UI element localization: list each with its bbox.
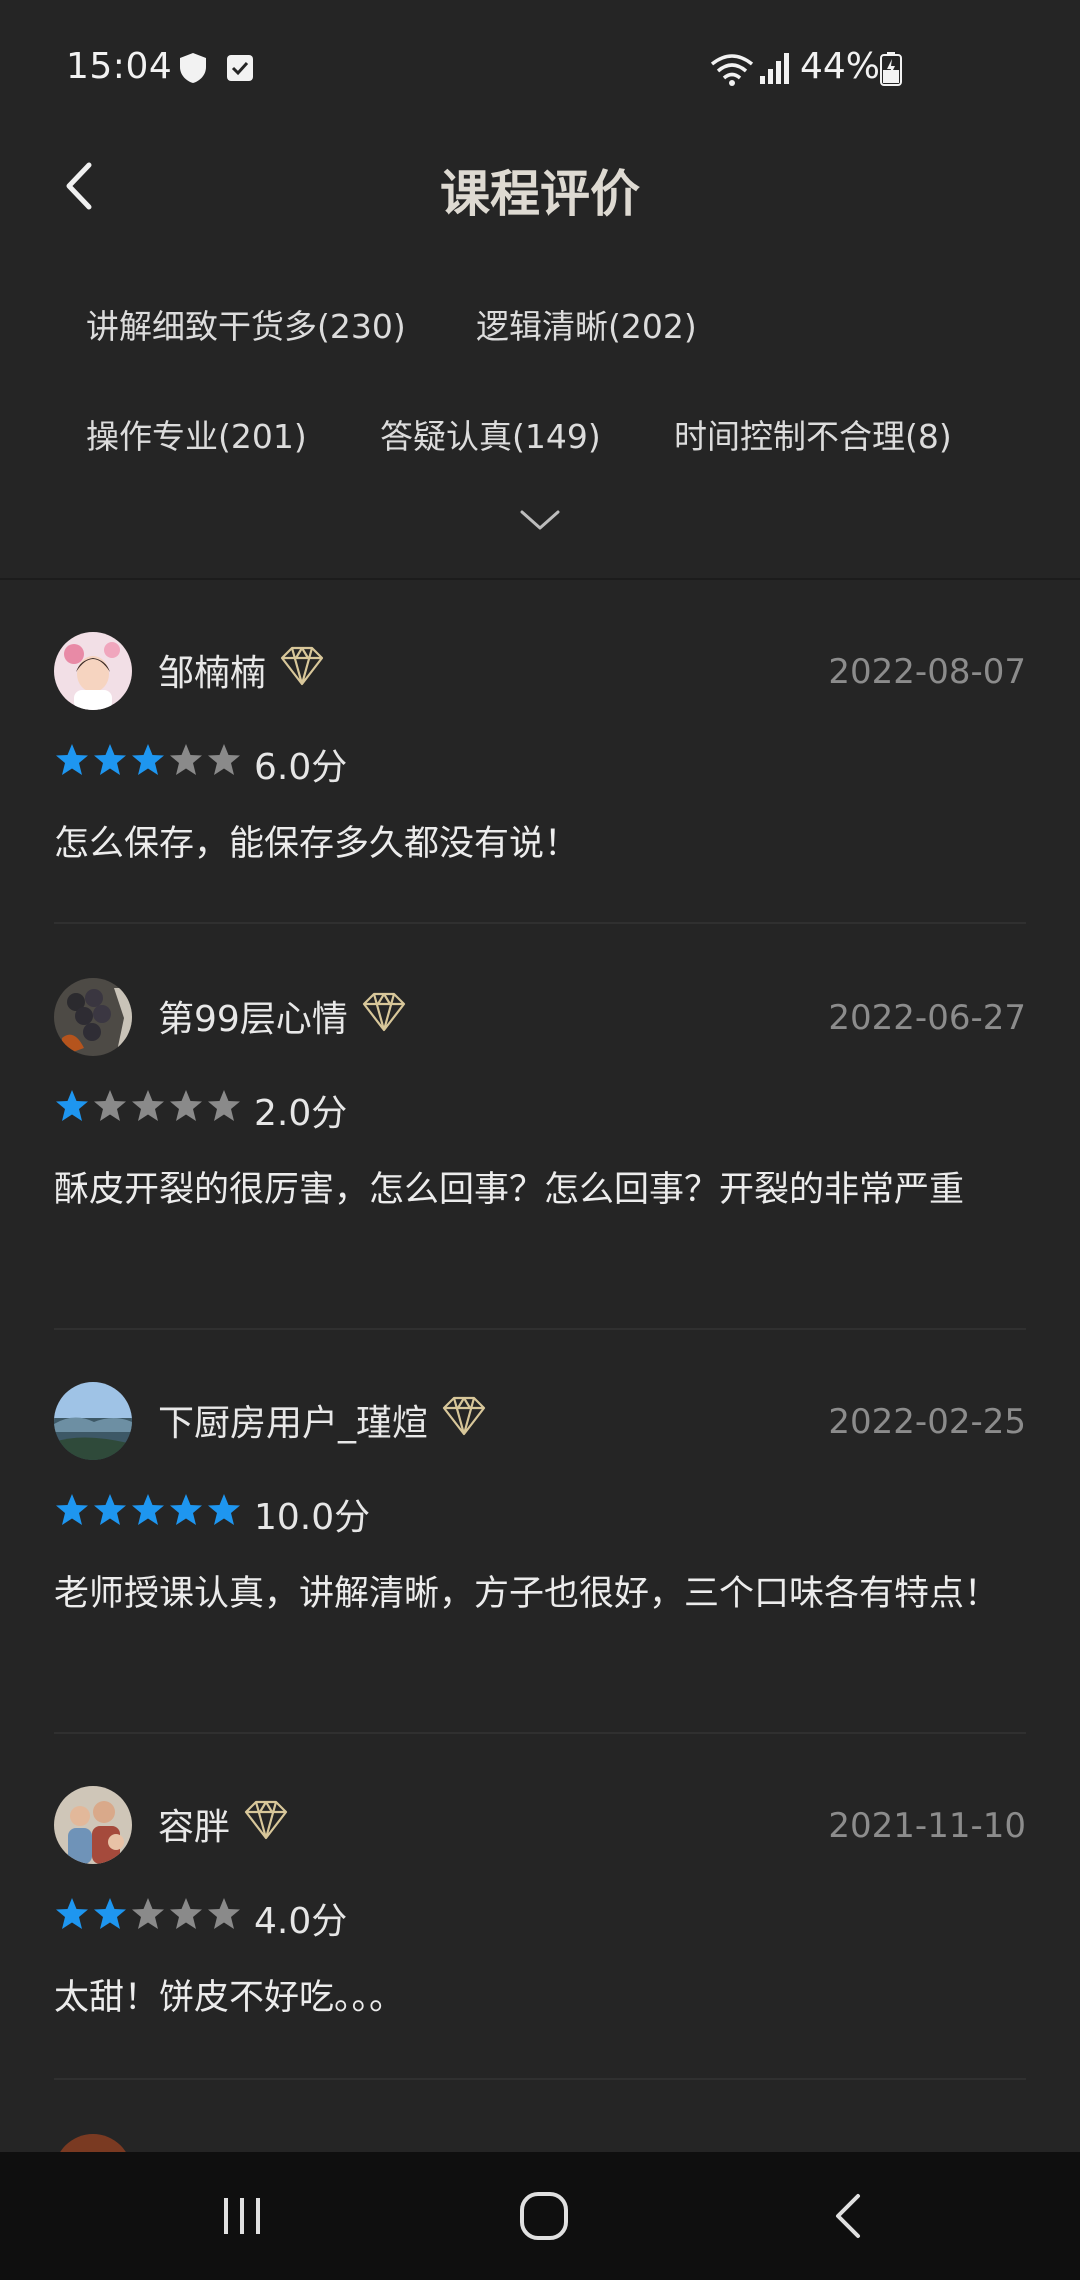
review-score: 4.0分	[254, 1901, 348, 1942]
star-filled-icon	[132, 744, 164, 775]
section-divider	[0, 578, 1080, 580]
signal-icon	[760, 53, 789, 84]
review-date: 2022-08-07	[828, 652, 1026, 692]
star-rating	[54, 742, 242, 782]
star-filled-icon	[94, 1898, 126, 1929]
review-item: 容胖 2021-11-10 4.0分 太甜！饼皮不好吃。。。	[54, 1786, 1026, 2080]
review-text: 老师授课认真，讲解清晰，方子也很好，三个口味各有特点！	[54, 1574, 1000, 1614]
review-score: 2.0分	[254, 1093, 348, 1134]
username: 容胖	[158, 1807, 231, 1848]
star-empty-icon	[208, 1090, 240, 1121]
star-filled-icon	[56, 1090, 88, 1121]
screen: 15:04 44% 课程评价 讲解细致干货多(230) 逻辑清晰(202) 操作…	[0, 0, 1080, 2280]
star-empty-icon	[208, 1898, 240, 1929]
star-empty-icon	[208, 744, 240, 775]
recent-apps-icon	[224, 2198, 260, 2234]
review-text: 太甜！饼皮不好吃。。。	[54, 1978, 405, 2018]
star-rating	[54, 1896, 242, 1936]
diamond-badge-icon	[362, 992, 406, 1032]
battery-percent: 44%	[800, 46, 881, 87]
review-divider	[54, 922, 1026, 924]
review-item: 下厨房用户_瑾煊 2022-02-25 10.0分 老师授课认真，讲解清晰，方子…	[54, 1382, 1026, 1734]
tag-filter[interactable]: 操作专业(201)	[86, 410, 307, 458]
avatar[interactable]	[54, 632, 132, 710]
home-icon	[520, 2192, 568, 2240]
battery-charging-icon	[880, 52, 902, 86]
review-text: 怎么保存，能保存多久都没有说！	[54, 824, 580, 864]
star-empty-icon	[170, 744, 202, 775]
review-divider	[54, 1732, 1026, 1734]
system-back-button[interactable]	[808, 2182, 888, 2250]
star-filled-icon	[94, 1494, 126, 1525]
recent-apps-button[interactable]	[202, 2182, 282, 2250]
star-filled-icon	[56, 1494, 88, 1525]
back-icon	[836, 2194, 860, 2238]
star-empty-icon	[132, 1898, 164, 1929]
system-nav-bar	[0, 2152, 1080, 2280]
review-divider	[54, 1328, 1026, 1330]
avatar[interactable]	[54, 978, 132, 1056]
star-empty-icon	[170, 1090, 202, 1121]
review-item: 第99层心情 2022-06-27 2.0分 酥皮开裂的很厉害，怎么回事？怎么回…	[54, 978, 1026, 1330]
page-title: 课程评价	[440, 165, 640, 223]
username: 下厨房用户_瑾煊	[158, 1403, 429, 1444]
home-button[interactable]	[504, 2182, 584, 2250]
status-bar: 15:04 44%	[0, 0, 1080, 136]
review-date: 2021-11-10	[828, 1806, 1026, 1846]
star-rating	[54, 1088, 242, 1128]
review-date: 2022-02-25	[828, 1402, 1026, 1442]
review-score: 6.0分	[254, 747, 348, 788]
diamond-badge-icon	[280, 646, 324, 686]
review-score: 10.0分	[254, 1497, 371, 1538]
username: 第99层心情	[158, 999, 348, 1040]
review-item: 邹楠楠 2022-08-07 6.0分 怎么保存，能保存多久都没有说！	[54, 632, 1026, 924]
tag-filter[interactable]: 逻辑清晰(202)	[476, 300, 697, 348]
review-divider	[54, 2078, 1026, 2080]
username: 邹楠楠	[158, 653, 267, 694]
star-empty-icon	[170, 1898, 202, 1929]
tag-filter[interactable]: 讲解细致干货多(230)	[86, 300, 406, 348]
avatar[interactable]	[54, 1382, 132, 1460]
review-text: 酥皮开裂的很厉害，怎么回事？怎么回事？开裂的非常严重	[54, 1170, 965, 1210]
checkbox-icon	[227, 55, 253, 81]
tag-filter[interactable]: 时间控制不合理(8)	[674, 410, 952, 458]
status-time: 15:04	[66, 46, 173, 87]
star-empty-icon	[94, 1090, 126, 1121]
star-rating	[54, 1492, 242, 1532]
star-filled-icon	[56, 1898, 88, 1929]
tag-filter[interactable]: 答疑认真(149)	[380, 410, 601, 458]
star-filled-icon	[170, 1494, 202, 1525]
review-date: 2022-06-27	[828, 998, 1026, 1038]
star-filled-icon	[56, 744, 88, 775]
diamond-badge-icon	[244, 1800, 288, 1840]
avatar[interactable]	[54, 1786, 132, 1864]
shield-icon	[180, 53, 206, 83]
chevron-down-icon[interactable]	[510, 500, 570, 540]
star-filled-icon	[94, 744, 126, 775]
wifi-icon	[710, 54, 754, 86]
star-filled-icon	[208, 1494, 240, 1525]
star-filled-icon	[132, 1494, 164, 1525]
header: 课程评价	[0, 136, 1080, 236]
star-empty-icon	[132, 1090, 164, 1121]
diamond-badge-icon	[442, 1396, 486, 1436]
